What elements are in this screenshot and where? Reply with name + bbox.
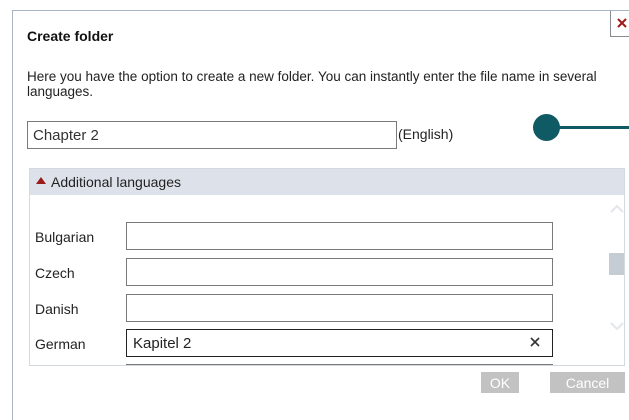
next-language-input[interactable] <box>126 364 553 365</box>
cancel-button[interactable]: Cancel <box>550 372 625 393</box>
additional-languages-toggle[interactable]: Additional languages <box>30 169 624 195</box>
clear-x-icon[interactable] <box>530 337 540 347</box>
czech-name-input[interactable] <box>126 258 553 286</box>
chevron-down-icon[interactable] <box>610 322 624 331</box>
additional-languages-panel: Additional languages Bulgarian Czech Dan… <box>29 168 625 366</box>
language-row-next <box>30 364 590 365</box>
languages-scrollbar[interactable] <box>609 201 624 365</box>
language-label: German <box>35 336 86 352</box>
scroll-thumb[interactable] <box>609 253 624 275</box>
german-name-input[interactable] <box>126 329 553 357</box>
language-row-czech: Czech <box>30 258 590 288</box>
language-label: Danish <box>35 301 79 317</box>
bulgarian-name-input[interactable] <box>126 222 553 250</box>
language-label: Czech <box>35 265 75 281</box>
close-button[interactable] <box>610 11 629 37</box>
folder-name-input[interactable] <box>27 121 397 149</box>
chevron-up-icon[interactable] <box>610 204 624 213</box>
language-label: Bulgarian <box>35 229 95 245</box>
dialog-title: Create folder <box>27 28 114 44</box>
language-row-bulgarian: Bulgarian <box>30 222 590 252</box>
callout-marker <box>533 114 560 141</box>
danish-name-input[interactable] <box>126 294 553 322</box>
callout-line <box>557 126 629 129</box>
additional-languages-label: Additional languages <box>51 174 181 190</box>
close-icon <box>617 18 627 28</box>
create-folder-dialog: Create folder Here you have the option t… <box>12 10 629 420</box>
language-row-danish: Danish <box>30 294 590 324</box>
folder-name-language-label: (English) <box>398 126 454 142</box>
triangle-up-icon <box>36 177 46 184</box>
ok-button[interactable]: OK <box>481 372 519 393</box>
language-row-german: German <box>30 329 590 359</box>
dialog-description: Here you have the option to create a new… <box>27 69 597 99</box>
